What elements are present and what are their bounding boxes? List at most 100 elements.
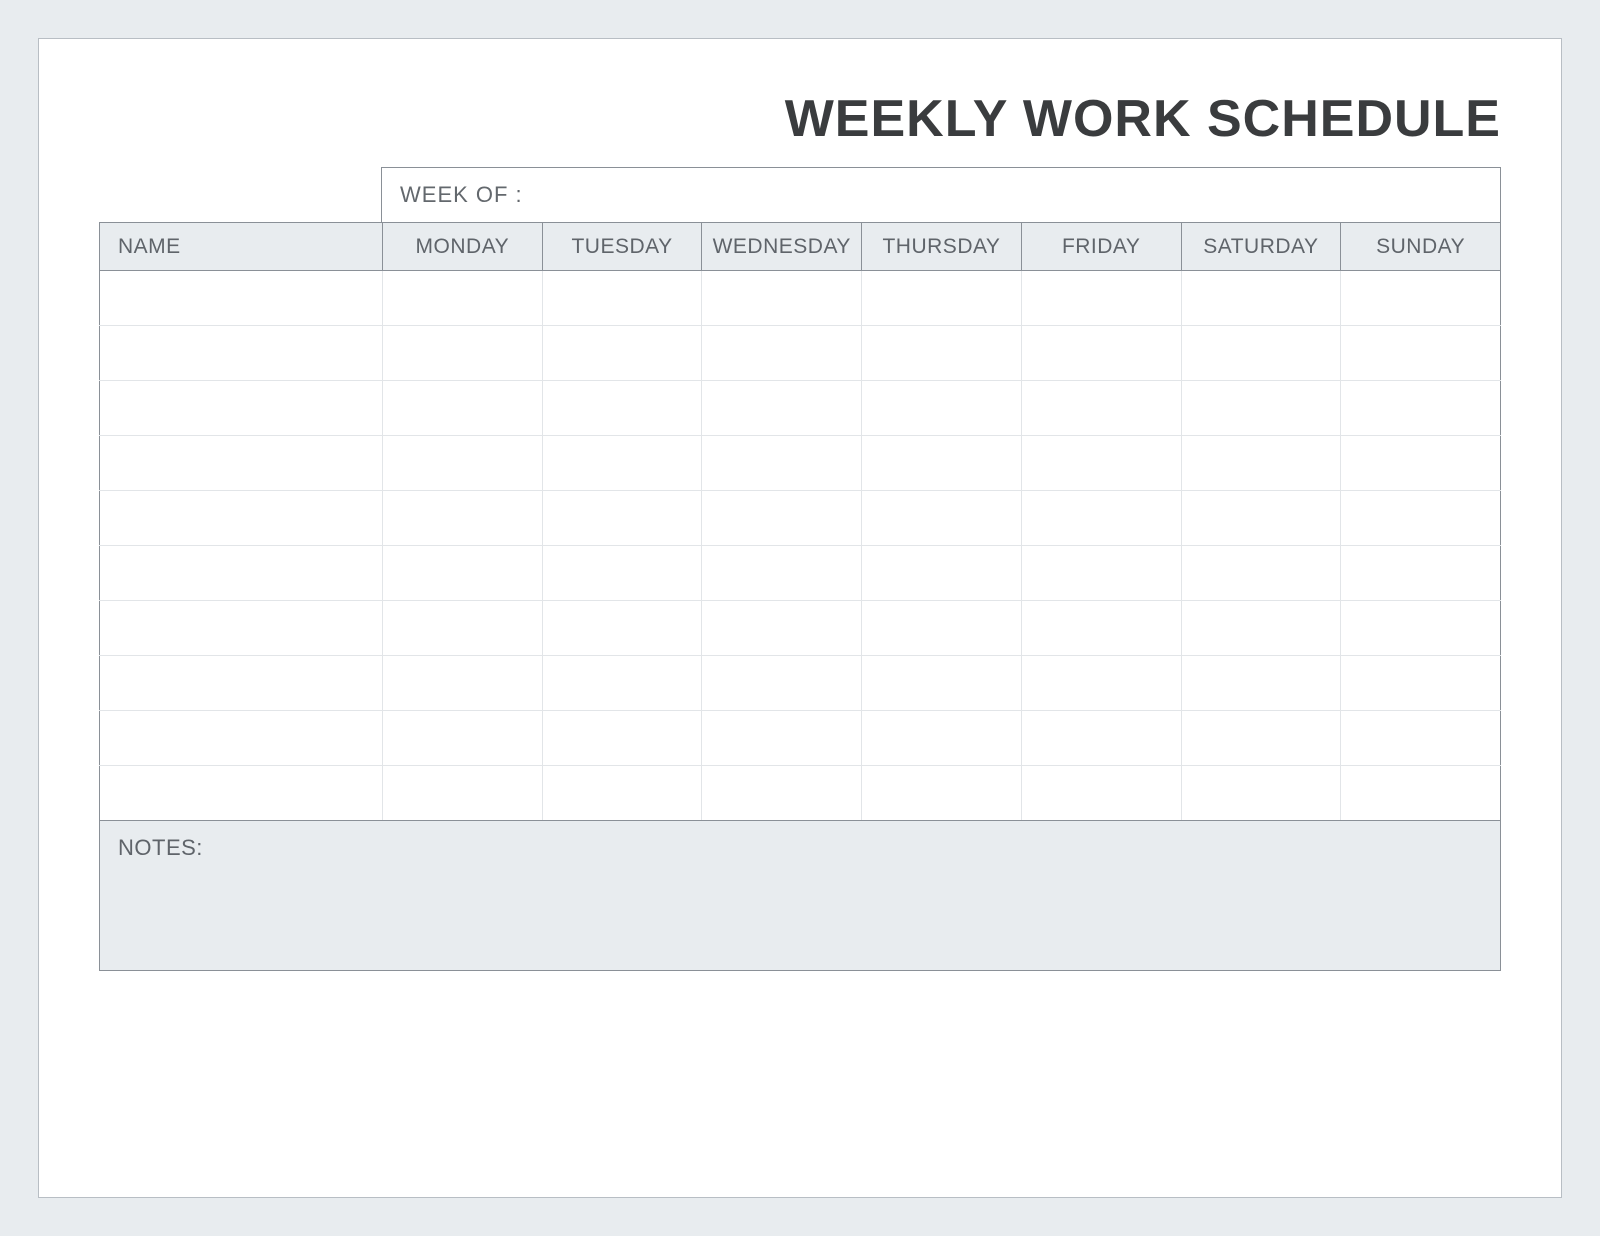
schedule-cell[interactable] xyxy=(542,436,702,491)
schedule-cell[interactable] xyxy=(1341,766,1501,821)
schedule-cell[interactable] xyxy=(862,491,1022,546)
schedule-cell[interactable] xyxy=(702,766,862,821)
schedule-cell[interactable] xyxy=(702,711,862,766)
table-row xyxy=(100,766,1501,821)
schedule-cell[interactable] xyxy=(702,656,862,711)
schedule-page: WEEKLY WORK SCHEDULE WEEK OF : NAME MOND… xyxy=(38,38,1562,1198)
schedule-cell[interactable] xyxy=(1341,381,1501,436)
schedule-cell[interactable] xyxy=(702,491,862,546)
schedule-cell[interactable] xyxy=(1021,436,1181,491)
schedule-cell[interactable] xyxy=(1341,436,1501,491)
col-header-monday: MONDAY xyxy=(383,223,543,271)
schedule-cell[interactable] xyxy=(862,601,1022,656)
schedule-cell[interactable] xyxy=(1341,271,1501,326)
schedule-cell[interactable] xyxy=(383,381,543,436)
schedule-cell[interactable] xyxy=(1181,381,1341,436)
week-of-label: WEEK OF : xyxy=(400,182,523,207)
table-row xyxy=(100,601,1501,656)
table-row xyxy=(100,491,1501,546)
schedule-cell[interactable] xyxy=(862,381,1022,436)
schedule-cell[interactable] xyxy=(100,436,383,491)
table-row xyxy=(100,326,1501,381)
schedule-cell[interactable] xyxy=(100,271,383,326)
schedule-cell[interactable] xyxy=(383,271,543,326)
schedule-cell[interactable] xyxy=(383,326,543,381)
schedule-cell[interactable] xyxy=(702,381,862,436)
schedule-cell[interactable] xyxy=(1181,711,1341,766)
schedule-cell[interactable] xyxy=(383,601,543,656)
table-row xyxy=(100,271,1501,326)
schedule-cell[interactable] xyxy=(100,711,383,766)
schedule-cell[interactable] xyxy=(100,766,383,821)
schedule-cell[interactable] xyxy=(542,601,702,656)
schedule-cell[interactable] xyxy=(100,656,383,711)
schedule-cell[interactable] xyxy=(1181,436,1341,491)
schedule-cell[interactable] xyxy=(383,656,543,711)
schedule-cell[interactable] xyxy=(1341,656,1501,711)
schedule-cell[interactable] xyxy=(1021,656,1181,711)
schedule-cell[interactable] xyxy=(1021,711,1181,766)
schedule-cell[interactable] xyxy=(542,326,702,381)
schedule-cell[interactable] xyxy=(383,766,543,821)
schedule-cell[interactable] xyxy=(702,326,862,381)
schedule-cell[interactable] xyxy=(702,601,862,656)
col-header-thursday: THURSDAY xyxy=(862,223,1022,271)
schedule-cell[interactable] xyxy=(862,436,1022,491)
schedule-cell[interactable] xyxy=(542,491,702,546)
col-header-tuesday: TUESDAY xyxy=(542,223,702,271)
schedule-cell[interactable] xyxy=(1181,491,1341,546)
schedule-cell[interactable] xyxy=(702,271,862,326)
schedule-cell[interactable] xyxy=(542,271,702,326)
notes-label: NOTES: xyxy=(118,835,203,860)
schedule-cell[interactable] xyxy=(100,601,383,656)
page-title: WEEKLY WORK SCHEDULE xyxy=(99,89,1501,149)
schedule-cell[interactable] xyxy=(100,326,383,381)
schedule-cell[interactable] xyxy=(862,271,1022,326)
schedule-cell[interactable] xyxy=(702,546,862,601)
schedule-cell[interactable] xyxy=(383,546,543,601)
schedule-cell[interactable] xyxy=(383,436,543,491)
schedule-cell[interactable] xyxy=(1021,546,1181,601)
schedule-cell[interactable] xyxy=(1021,601,1181,656)
schedule-table: NAME MONDAY TUESDAY WEDNESDAY THURSDAY F… xyxy=(99,222,1501,821)
table-row xyxy=(100,436,1501,491)
week-of-field[interactable]: WEEK OF : xyxy=(381,167,1501,222)
schedule-cell[interactable] xyxy=(702,436,862,491)
schedule-cell[interactable] xyxy=(1021,491,1181,546)
schedule-cell[interactable] xyxy=(542,711,702,766)
schedule-cell[interactable] xyxy=(100,491,383,546)
schedule-cell[interactable] xyxy=(1341,711,1501,766)
schedule-cell[interactable] xyxy=(383,491,543,546)
header-row: NAME MONDAY TUESDAY WEDNESDAY THURSDAY F… xyxy=(100,223,1501,271)
schedule-cell[interactable] xyxy=(1341,601,1501,656)
col-header-friday: FRIDAY xyxy=(1021,223,1181,271)
schedule-cell[interactable] xyxy=(1341,326,1501,381)
table-row xyxy=(100,381,1501,436)
schedule-cell[interactable] xyxy=(862,326,1022,381)
schedule-cell[interactable] xyxy=(1181,601,1341,656)
schedule-cell[interactable] xyxy=(1021,766,1181,821)
col-header-sunday: SUNDAY xyxy=(1341,223,1501,271)
schedule-cell[interactable] xyxy=(1181,546,1341,601)
schedule-cell[interactable] xyxy=(1181,766,1341,821)
schedule-cell[interactable] xyxy=(1021,381,1181,436)
schedule-cell[interactable] xyxy=(100,546,383,601)
schedule-cell[interactable] xyxy=(100,381,383,436)
notes-field[interactable]: NOTES: xyxy=(99,821,1501,971)
schedule-cell[interactable] xyxy=(862,656,1022,711)
schedule-cell[interactable] xyxy=(542,546,702,601)
schedule-cell[interactable] xyxy=(1181,326,1341,381)
schedule-cell[interactable] xyxy=(1181,271,1341,326)
schedule-cell[interactable] xyxy=(1021,271,1181,326)
schedule-cell[interactable] xyxy=(383,711,543,766)
schedule-cell[interactable] xyxy=(1181,656,1341,711)
schedule-cell[interactable] xyxy=(1341,546,1501,601)
schedule-cell[interactable] xyxy=(862,711,1022,766)
schedule-cell[interactable] xyxy=(1341,491,1501,546)
schedule-cell[interactable] xyxy=(542,381,702,436)
schedule-cell[interactable] xyxy=(1021,326,1181,381)
schedule-cell[interactable] xyxy=(542,766,702,821)
schedule-cell[interactable] xyxy=(862,766,1022,821)
schedule-cell[interactable] xyxy=(862,546,1022,601)
schedule-cell[interactable] xyxy=(542,656,702,711)
